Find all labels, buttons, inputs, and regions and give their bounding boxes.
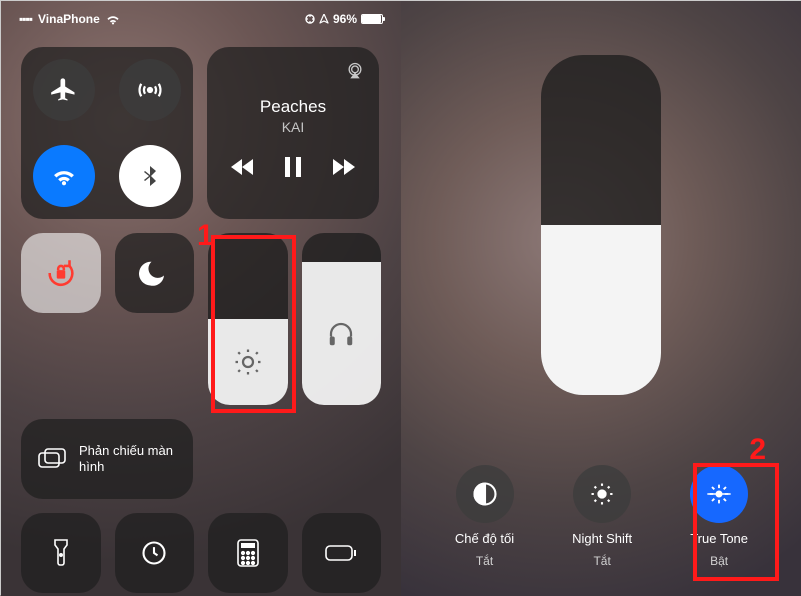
dark-mode-label: Chế độ tối (455, 531, 514, 546)
screen-mirror-icon (37, 447, 67, 471)
orientation-lock-toggle[interactable] (21, 233, 101, 313)
status-bar: ▪▪▪▪ VinaPhone 96% (1, 9, 401, 29)
now-playing-tile[interactable]: Peaches KAI (207, 47, 379, 219)
calculator-button[interactable] (208, 513, 288, 593)
next-track-button[interactable] (331, 158, 355, 176)
volume-slider[interactable] (302, 233, 382, 405)
screen-mirroring-tile[interactable]: Phản chiếu màn hình (21, 419, 193, 499)
airplay-icon[interactable] (345, 61, 365, 81)
airplane-mode-toggle[interactable] (33, 59, 95, 121)
dark-mode-icon (471, 480, 499, 508)
dark-mode-option[interactable]: Chế độ tối Tắt (455, 465, 514, 568)
annotation-2: 2 (749, 433, 766, 467)
timer-button[interactable] (115, 513, 195, 593)
annotation-1: 1 (197, 219, 214, 253)
control-center-panel: ▪▪▪▪ VinaPhone 96% (1, 1, 401, 596)
do-not-disturb-toggle[interactable] (115, 233, 195, 313)
annotation-box-1 (211, 235, 296, 413)
battery-icon (361, 14, 383, 24)
track-artist: KAI (282, 119, 305, 135)
track-title: Peaches (260, 97, 326, 117)
battery-pct: 96% (333, 12, 357, 26)
navigation-icon (319, 14, 329, 24)
headphones-icon (326, 319, 356, 349)
cellular-data-toggle[interactable] (119, 59, 181, 121)
cellular-signal-icon: ▪▪▪▪ (19, 12, 32, 26)
screen-mirror-label: Phản chiếu màn hình (79, 443, 177, 476)
low-power-toggle[interactable] (302, 513, 382, 593)
bluetooth-toggle[interactable] (119, 145, 181, 207)
flashlight-toggle[interactable] (21, 513, 101, 593)
night-shift-status: Tắt (593, 554, 610, 568)
dark-mode-status: Tắt (476, 554, 493, 568)
brightness-expanded-panel: Chế độ tối Tắt Night Shift Tắt True Tone… (401, 1, 801, 596)
carrier-label: VinaPhone (38, 12, 100, 26)
wifi-toggle[interactable] (33, 145, 95, 207)
night-shift-option[interactable]: Night Shift Tắt (572, 465, 632, 568)
brightness-slider-large[interactable] (541, 55, 661, 395)
brightness-fill (541, 225, 661, 395)
connectivity-tile[interactable] (21, 47, 193, 219)
night-shift-icon (588, 480, 616, 508)
prev-track-button[interactable] (231, 158, 255, 176)
annotation-box-2 (693, 463, 779, 581)
night-shift-label: Night Shift (572, 531, 632, 546)
wifi-icon (106, 14, 120, 25)
location-icon (305, 14, 315, 24)
pause-button[interactable] (285, 157, 301, 177)
